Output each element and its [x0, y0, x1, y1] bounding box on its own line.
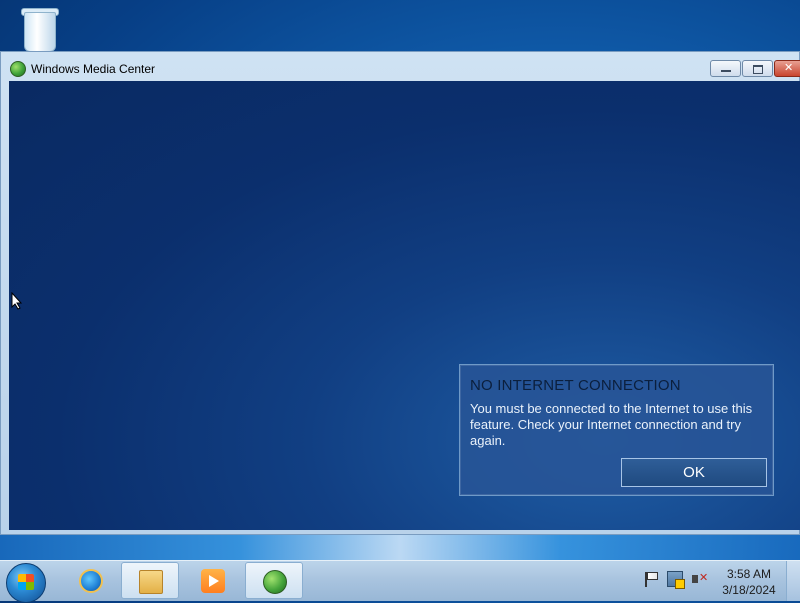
- folder-icon: [139, 570, 163, 594]
- clock-date: 3/18/2024: [722, 583, 776, 597]
- desktop-wallpaper-strip: [0, 535, 800, 560]
- volume-muted-icon[interactable]: [691, 571, 708, 587]
- show-desktop-button[interactable]: [786, 561, 800, 601]
- ok-button[interactable]: OK: [621, 458, 767, 487]
- no-internet-dialog: NO INTERNET CONNECTION You must be conne…: [459, 364, 774, 496]
- minimize-button[interactable]: [710, 60, 741, 77]
- maximize-button[interactable]: [742, 60, 773, 77]
- mouse-cursor-icon: [11, 292, 23, 310]
- clock[interactable]: 3:58 AM 3/18/2024: [716, 566, 782, 598]
- recycle-bin-body: [24, 12, 56, 52]
- internet-explorer-icon: [79, 569, 103, 593]
- close-button[interactable]: [774, 60, 800, 77]
- recycle-bin-icon[interactable]: [18, 6, 62, 52]
- start-button[interactable]: [6, 563, 46, 603]
- window-title: Windows Media Center: [31, 62, 156, 76]
- media-center-logo-icon: [10, 61, 26, 77]
- media-center-content: NO INTERNET CONNECTION You must be conne…: [9, 81, 800, 530]
- media-center-icon: [263, 570, 287, 594]
- taskbar-internet-explorer[interactable]: [62, 562, 120, 599]
- taskbar-windows-media-center[interactable]: [245, 562, 303, 599]
- media-center-window: Windows Media Center NO INTERNET CONNECT…: [0, 51, 800, 535]
- window-titlebar[interactable]: Windows Media Center: [1, 52, 800, 81]
- taskbar: 3:58 AM 3/18/2024: [0, 560, 800, 603]
- action-center-flag-icon[interactable]: [643, 571, 659, 587]
- media-player-icon: [201, 569, 225, 593]
- network-icon[interactable]: [667, 571, 685, 589]
- clock-time: 3:58 AM: [726, 567, 772, 581]
- dialog-title: NO INTERNET CONNECTION: [470, 377, 681, 394]
- taskbar-windows-media-player[interactable]: [184, 562, 242, 599]
- taskbar-windows-explorer[interactable]: [121, 562, 179, 599]
- dialog-message: You must be connected to the Internet to…: [470, 401, 753, 448]
